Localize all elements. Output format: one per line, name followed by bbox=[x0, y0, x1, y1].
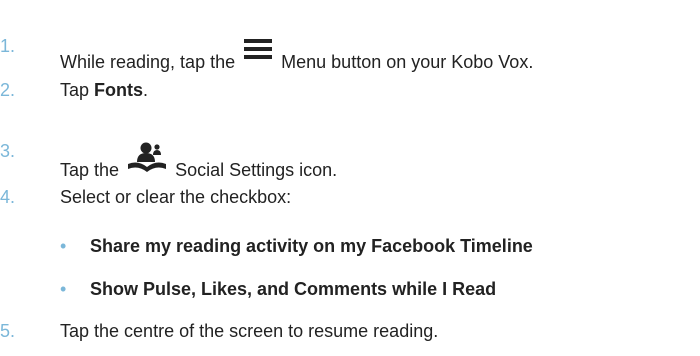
bullet-dot-icon: • bbox=[60, 236, 67, 256]
step-text-post: Menu button on your Kobo Vox. bbox=[281, 52, 534, 72]
step-text-pre: While reading, tap the bbox=[60, 52, 236, 72]
instructions-page: { "steps": [ {"num": "1.", "pre": "While… bbox=[0, 0, 700, 356]
step-number: 2. bbox=[0, 80, 16, 100]
step-text: Tap the Social Settings icon. bbox=[60, 140, 337, 181]
step-text-post: Social Settings icon. bbox=[175, 160, 338, 180]
step-text: Tap Fonts. bbox=[60, 79, 148, 101]
step-text-pre: Tap bbox=[60, 80, 90, 100]
step-text-post: . bbox=[143, 80, 149, 100]
step-text: While reading, tap the Menu button on yo… bbox=[60, 35, 533, 73]
social-settings-icon bbox=[124, 140, 170, 181]
fonts-label: Fonts bbox=[94, 80, 144, 100]
bullet-dot-icon: • bbox=[60, 279, 67, 299]
bullet-text: Share my reading activity on my Facebook… bbox=[90, 236, 533, 256]
step-number: 4. bbox=[0, 187, 16, 207]
step-text-pre: Tap the bbox=[60, 160, 120, 180]
step-text: Tap the centre of the screen to resume r… bbox=[60, 321, 439, 341]
step-text: Select or clear the checkbox: bbox=[60, 187, 292, 207]
step-number: 3. bbox=[0, 141, 16, 161]
menu-icon bbox=[240, 35, 276, 72]
bullet-text: Show Pulse, Likes, and Comments while I … bbox=[90, 279, 497, 299]
step-number: 5. bbox=[0, 321, 16, 341]
step-number: 1. bbox=[0, 36, 16, 56]
